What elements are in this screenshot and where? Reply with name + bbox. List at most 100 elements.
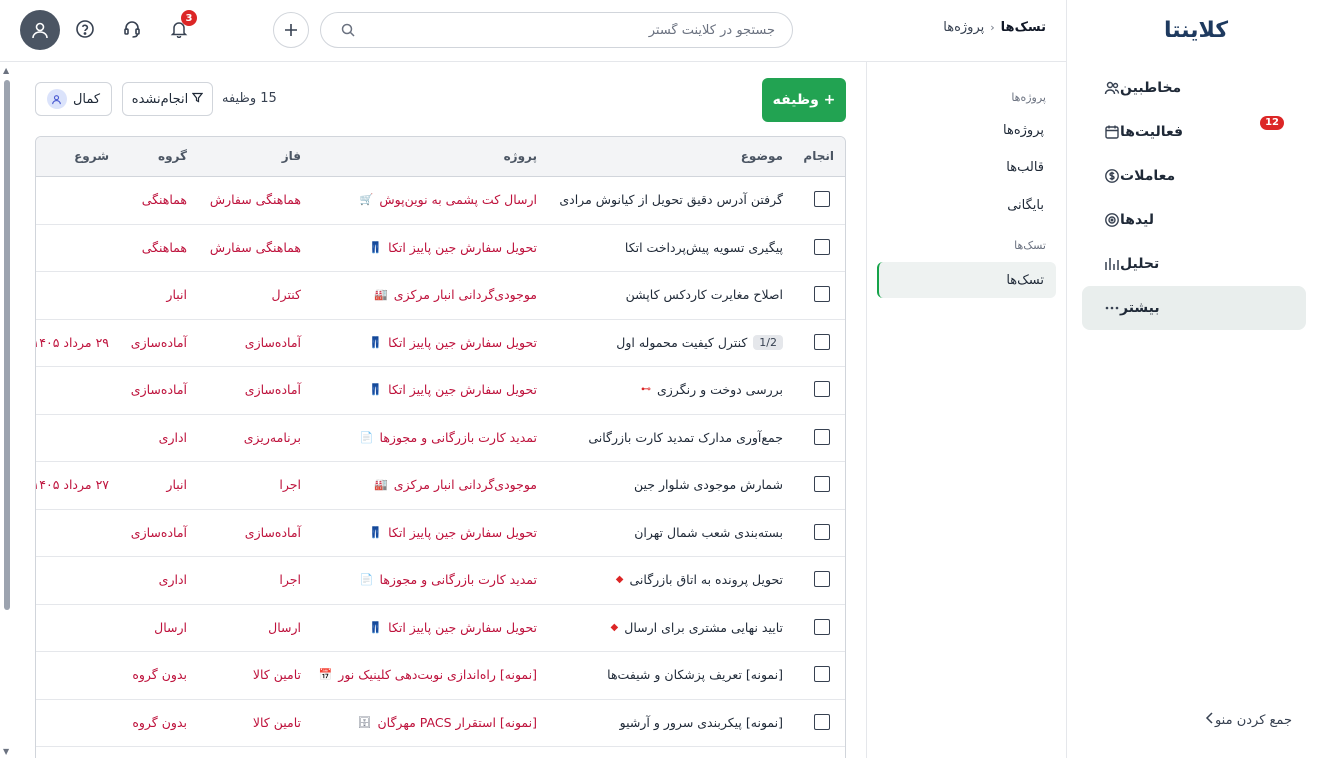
scrollbar-thumb[interactable] <box>4 80 10 610</box>
app-logo[interactable]: کلاینتا <box>1164 18 1228 43</box>
quick-add-button[interactable] <box>273 12 309 48</box>
task-done-checkbox[interactable] <box>814 666 830 682</box>
task-project[interactable]: موجودی‌گردانی انبار مرکزی 🏭 <box>374 477 537 492</box>
column-header-done[interactable]: انجام <box>803 149 834 163</box>
task-project[interactable]: ارسال کت پشمی به نوین‌پوش 🛒 <box>360 192 537 207</box>
subtask-icon: ⊶ <box>640 384 651 395</box>
task-subject[interactable]: اصلاح مغایرت کاردکس کاپشن <box>626 287 783 302</box>
assignee-filter-button[interactable]: کمال <box>35 82 112 116</box>
table-row[interactable]: 1/2 کنترل کیفیت محموله اول تحویل سفارش جین… <box>36 320 845 367</box>
sidebar-item-contacts[interactable]: مخاطبین <box>1082 66 1306 110</box>
help-icon[interactable] <box>75 19 95 43</box>
task-done-checkbox[interactable] <box>814 286 830 302</box>
task-project[interactable]: تحویل سفارش جین پاییز اتکا 👖 <box>368 335 537 350</box>
task-project[interactable]: [نمونه] استقرار PACS مهرگان 🗄 <box>358 715 537 730</box>
table-row[interactable]: بسته‌بندی شعب شمال تهران تحویل سفارش جین … <box>36 510 845 557</box>
task-subject[interactable]: پیگیری تسویه پیش‌پرداخت اتکا <box>625 240 783 255</box>
search-box[interactable] <box>320 12 793 48</box>
task-project[interactable]: موجودی‌گردانی انبار مرکزی 🏭 <box>374 287 537 302</box>
task-subject[interactable]: گرفتن آدرس دقیق تحویل از کیانوش مرادی <box>559 192 783 207</box>
task-project[interactable]: [نمونه] راه‌اندازی نوبت‌دهی کلینیک نور 📅 <box>319 667 537 682</box>
sidebar-item-activities[interactable]: 12 فعالیت‌ها <box>1082 110 1306 154</box>
sidebar-item-leads[interactable]: لیدها <box>1082 198 1306 242</box>
main-sidebar: کلاینتا مخاطبین 12 فعالیت‌ها معاملات لید <box>1066 0 1322 758</box>
task-subject[interactable]: [نمونه] تعریف پزشکان و شیفت‌ها <box>607 667 783 682</box>
task-subject[interactable]: بسته‌بندی شعب شمال تهران <box>634 525 783 540</box>
status-filter-button[interactable]: انجام‌نشده <box>122 82 213 116</box>
task-group: انبار <box>166 477 187 492</box>
subnav-item-archive[interactable]: بایگانی <box>1007 198 1044 213</box>
archive-icon: 🗄 <box>357 715 372 729</box>
support-headset-icon[interactable] <box>122 19 142 43</box>
collapse-menu-button[interactable]: جمع کردن منو <box>1189 712 1292 728</box>
task-project[interactable]: تمدید کارت بازرگانی و مجوزها 📄 <box>360 430 537 445</box>
user-avatar[interactable] <box>20 10 60 50</box>
table-row[interactable]: [نمونه] پیکربندی سرور و آرشیو [نمونه] است… <box>36 700 845 747</box>
task-done-checkbox[interactable] <box>814 381 830 397</box>
sidebar-item-label: معاملات <box>1120 168 1176 184</box>
column-header-start[interactable]: شروع <box>74 149 109 163</box>
subnav-item-tasks[interactable]: تسک‌ها <box>877 262 1056 298</box>
task-done-checkbox[interactable] <box>814 333 830 350</box>
task-done-checkbox[interactable] <box>814 523 830 540</box>
scroll-up-arrow-icon[interactable]: ▲ <box>3 66 9 75</box>
table-row[interactable]: اصلاح مغایرت کاردکس کاپشن موجودی‌گردانی ا… <box>36 272 845 320</box>
table-row[interactable]: شمارش موجودی شلوار جین موجودی‌گردانی انبا… <box>36 462 845 510</box>
table-row[interactable]: تایید نهایی مشتری برای ارسال ◆ تحویل سفارش… <box>36 605 845 652</box>
breadcrumb-parent[interactable]: پروژه‌ها <box>943 20 984 35</box>
task-subject[interactable]: شمارش موجودی شلوار جین <box>634 477 783 492</box>
user-avatar-icon <box>46 89 67 109</box>
table-row[interactable]: [نمونه] تعریف پزشکان و شیفت‌ها [نمونه] را… <box>36 652 845 700</box>
task-phase: کنترل <box>271 287 301 302</box>
sidebar-item-analytics[interactable]: تحلیل <box>1082 242 1306 286</box>
jeans-icon: 👖 <box>368 240 383 254</box>
project-name: تحویل سفارش جین پاییز اتکا <box>388 239 537 255</box>
search-input[interactable] <box>355 22 775 38</box>
task-phase: آماده‌سازی <box>244 524 301 540</box>
jeans-icon: 👖 <box>368 620 383 634</box>
calendar-icon <box>1104 124 1120 140</box>
task-done-checkbox[interactable] <box>814 428 830 445</box>
task-group: انبار <box>166 287 187 302</box>
table-row[interactable]: جمع‌آوری مدارک تمدید کارت بازرگانی تمدید … <box>36 415 845 462</box>
task-phase: برنامه‌ریزی <box>243 429 301 445</box>
task-subject[interactable]: تحویل پرونده به اتاق بازرگانی ◆ <box>616 572 783 587</box>
sidebar-item-label: لیدها <box>1120 212 1155 228</box>
subnav-item-projects[interactable]: پروژه‌ها <box>1003 123 1044 138</box>
task-done-checkbox[interactable] <box>814 476 830 492</box>
table-row[interactable]: گرفتن آدرس دقیق تحویل از کیانوش مرادی ارس… <box>36 177 845 225</box>
sidebar-item-label: مخاطبین <box>1120 80 1182 96</box>
task-project[interactable]: تحویل سفارش جین پاییز اتکا 👖 <box>368 240 537 255</box>
column-header-project[interactable]: پروژه <box>504 149 537 163</box>
project-name: ارسال کت پشمی به نوین‌پوش <box>379 192 537 207</box>
new-task-button[interactable]: + وظیفه <box>762 78 846 122</box>
target-icon <box>1104 212 1120 228</box>
task-project[interactable]: تمدید کارت بازرگانی و مجوزها 📄 <box>360 572 537 587</box>
task-subject[interactable]: بررسی دوخت و رنگرزی ⊶ <box>641 382 783 397</box>
column-header-phase[interactable]: فاز <box>282 149 301 163</box>
task-done-checkbox[interactable] <box>814 238 830 255</box>
task-project[interactable]: تحویل سفارش جین پاییز اتکا 👖 <box>368 620 537 635</box>
sidebar-item-deals[interactable]: معاملات <box>1082 154 1306 198</box>
task-subject[interactable]: جمع‌آوری مدارک تمدید کارت بازرگانی <box>588 430 783 445</box>
jeans-icon: 👖 <box>368 383 383 396</box>
table-row[interactable]: پیگیری تسویه پیش‌پرداخت اتکا تحویل سفارش … <box>36 225 845 272</box>
task-subject[interactable]: 1/2 کنترل کیفیت محموله اول <box>616 334 783 350</box>
column-header-group[interactable]: گروه <box>158 149 187 163</box>
task-project[interactable]: تحویل سفارش جین پاییز اتکا 👖 <box>368 382 537 397</box>
sidebar-item-more[interactable]: بیشتر <box>1082 286 1306 330</box>
task-done-checkbox[interactable] <box>814 571 830 587</box>
task-done-checkbox[interactable] <box>814 191 830 207</box>
task-subject[interactable]: تایید نهایی مشتری برای ارسال ◆ <box>611 620 783 635</box>
assignee-label: کمال <box>72 91 101 107</box>
scroll-down-arrow-icon[interactable]: ▼ <box>3 747 9 756</box>
table-row[interactable]: بررسی دوخت و رنگرزی ⊶ تحویل سفارش جین پایی… <box>36 367 845 415</box>
task-done-checkbox[interactable] <box>814 618 830 635</box>
vertical-scrollbar[interactable]: ▲ ▼ <box>3 66 11 756</box>
task-done-checkbox[interactable] <box>814 713 830 730</box>
task-subject[interactable]: [نمونه] پیکربندی سرور و آرشیو <box>620 715 783 730</box>
table-row[interactable]: تحویل پرونده به اتاق بازرگانی ◆ تمدید کارت… <box>36 557 845 605</box>
column-header-subject[interactable]: موضوع <box>741 149 783 163</box>
subnav-item-templates[interactable]: قالب‌ها <box>1006 160 1044 175</box>
task-project[interactable]: تحویل سفارش جین پاییز اتکا 👖 <box>368 525 537 540</box>
